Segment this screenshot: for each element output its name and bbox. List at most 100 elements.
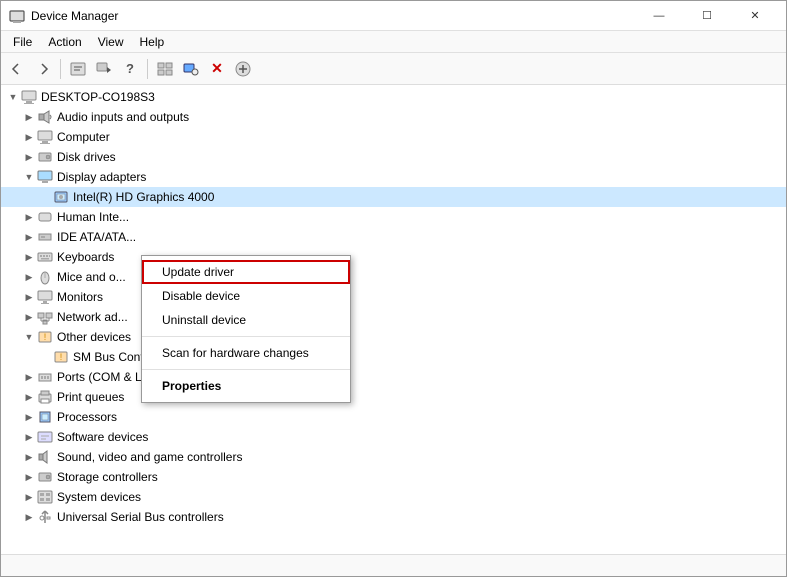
tree-item-system[interactable]: ▶ System devices bbox=[1, 487, 786, 507]
tree-item-mice[interactable]: ▶ Mice and o... bbox=[1, 267, 786, 287]
processors-expander: ▶ bbox=[21, 409, 37, 425]
toolbar-add[interactable] bbox=[231, 57, 255, 81]
smbus-expander bbox=[37, 349, 53, 365]
tree-item-storage[interactable]: ▶ Storage controllers bbox=[1, 467, 786, 487]
svg-text:!: ! bbox=[44, 332, 47, 342]
tree-item-other[interactable]: ▼ ! Other devices bbox=[1, 327, 786, 347]
system-expander: ▶ bbox=[21, 489, 37, 505]
context-menu-sep-1 bbox=[142, 336, 350, 337]
mouse-icon bbox=[37, 269, 53, 285]
menu-file[interactable]: File bbox=[5, 33, 40, 51]
toolbar-remove[interactable]: ✕ bbox=[205, 57, 229, 81]
network-label: Network ad... bbox=[57, 310, 128, 324]
usb-label: Universal Serial Bus controllers bbox=[57, 510, 224, 524]
tree-item-intel-gpu[interactable]: Intel(R) HD Graphics 4000 bbox=[1, 187, 786, 207]
display-expander: ▼ bbox=[21, 169, 37, 185]
context-menu-disable[interactable]: Disable device bbox=[142, 284, 350, 308]
tree-item-hid[interactable]: ▶ Human Inte... bbox=[1, 207, 786, 227]
other-label: Other devices bbox=[57, 330, 131, 344]
print-label: Print queues bbox=[57, 390, 124, 404]
tree-item-monitors[interactable]: ▶ Monitors bbox=[1, 287, 786, 307]
tree-item-sound[interactable]: ▶ Sound, video and game controllers bbox=[1, 447, 786, 467]
menu-help[interactable]: Help bbox=[132, 33, 173, 51]
keyboards-label: Keyboards bbox=[57, 250, 114, 264]
toolbar-sep-1 bbox=[60, 59, 61, 79]
monitor-icon bbox=[37, 289, 53, 305]
svg-text:!: ! bbox=[60, 352, 63, 362]
menu-bar: File Action View Help bbox=[1, 31, 786, 53]
ide-icon bbox=[37, 229, 53, 245]
root-label: DESKTOP-CO198S3 bbox=[41, 90, 155, 104]
tree-item-print[interactable]: ▶ Print queues bbox=[1, 387, 786, 407]
tree-item-network[interactable]: ▶ Network ad... bbox=[1, 307, 786, 327]
sound-label: Sound, video and game controllers bbox=[57, 450, 242, 464]
system-icon bbox=[37, 489, 53, 505]
toolbar-properties[interactable] bbox=[66, 57, 90, 81]
tree-root[interactable]: ▼ DESKTOP-CO198S3 bbox=[1, 87, 786, 107]
other-expander: ▼ bbox=[21, 329, 37, 345]
print-icon bbox=[37, 389, 53, 405]
ide-label: IDE ATA/ATA... bbox=[57, 230, 136, 244]
keyboard-icon bbox=[37, 249, 53, 265]
toolbar-back[interactable] bbox=[5, 57, 29, 81]
context-menu-uninstall[interactable]: Uninstall device bbox=[142, 308, 350, 332]
toolbar-scan[interactable] bbox=[179, 57, 203, 81]
monitors-expander: ▶ bbox=[21, 289, 37, 305]
usb-expander: ▶ bbox=[21, 509, 37, 525]
device-manager-window: Device Manager — ☐ ✕ File Action View He… bbox=[0, 0, 787, 577]
context-menu-sep-2 bbox=[142, 369, 350, 370]
ide-expander: ▶ bbox=[21, 229, 37, 245]
menu-view[interactable]: View bbox=[90, 33, 132, 51]
ports-expander: ▶ bbox=[21, 369, 37, 385]
computer-tree-icon bbox=[37, 129, 53, 145]
display-icon bbox=[37, 169, 53, 185]
minimize-button[interactable]: — bbox=[636, 1, 682, 31]
root-expander: ▼ bbox=[5, 89, 21, 105]
context-menu-update-driver[interactable]: Update driver bbox=[142, 260, 350, 284]
other-icon: ! bbox=[37, 329, 53, 345]
sound-expander: ▶ bbox=[21, 449, 37, 465]
processor-icon bbox=[37, 409, 53, 425]
tree-item-ports[interactable]: ▶ Ports (COM & LPT) bbox=[1, 367, 786, 387]
hid-icon bbox=[37, 209, 53, 225]
tree-item-smbus[interactable]: ! SM Bus Controller bbox=[1, 347, 786, 367]
hid-label: Human Inte... bbox=[57, 210, 129, 224]
maximize-button[interactable]: ☐ bbox=[684, 1, 730, 31]
context-menu-properties[interactable]: Properties bbox=[142, 374, 350, 398]
menu-action[interactable]: Action bbox=[40, 33, 89, 51]
tree-item-ide[interactable]: ▶ IDE ATA/ATA... bbox=[1, 227, 786, 247]
tree-item-audio[interactable]: ▶ Audio inputs and outputs bbox=[1, 107, 786, 127]
gpu-expander bbox=[37, 189, 53, 205]
title-bar-left: Device Manager bbox=[9, 8, 118, 24]
software-expander: ▶ bbox=[21, 429, 37, 445]
toolbar-help[interactable]: ? bbox=[118, 57, 142, 81]
tree-item-usb[interactable]: ▶ Universal Serial Bus controllers bbox=[1, 507, 786, 527]
toolbar-update-driver[interactable] bbox=[92, 57, 116, 81]
system-label: System devices bbox=[57, 490, 141, 504]
toolbar-forward[interactable] bbox=[31, 57, 55, 81]
mice-label: Mice and o... bbox=[57, 270, 126, 284]
tree-item-display[interactable]: ▼ Display adapters bbox=[1, 167, 786, 187]
app-icon bbox=[9, 8, 25, 24]
storage-icon bbox=[37, 469, 53, 485]
ports-icon bbox=[37, 369, 53, 385]
storage-label: Storage controllers bbox=[57, 470, 158, 484]
software-label: Software devices bbox=[57, 430, 148, 444]
context-menu-scan[interactable]: Scan for hardware changes bbox=[142, 341, 350, 365]
close-button[interactable]: ✕ bbox=[732, 1, 778, 31]
tree-item-disk[interactable]: ▶ Disk drives bbox=[1, 147, 786, 167]
display-label: Display adapters bbox=[57, 170, 146, 184]
toolbar-show-all[interactable] bbox=[153, 57, 177, 81]
tree-content[interactable]: ▼ DESKTOP-CO198S3 ▶ Audio inputs and bbox=[1, 85, 786, 554]
tree-item-computer[interactable]: ▶ Computer bbox=[1, 127, 786, 147]
audio-icon bbox=[37, 109, 53, 125]
tree-item-keyboards[interactable]: ▶ Keyboards bbox=[1, 247, 786, 267]
audio-expander: ▶ bbox=[21, 109, 37, 125]
hid-expander: ▶ bbox=[21, 209, 37, 225]
monitors-label: Monitors bbox=[57, 290, 103, 304]
tree-item-processors[interactable]: ▶ Processors bbox=[1, 407, 786, 427]
audio-label: Audio inputs and outputs bbox=[57, 110, 189, 124]
gpu-icon bbox=[53, 189, 69, 205]
computer-icon bbox=[21, 89, 37, 105]
tree-item-software[interactable]: ▶ Software devices bbox=[1, 427, 786, 447]
